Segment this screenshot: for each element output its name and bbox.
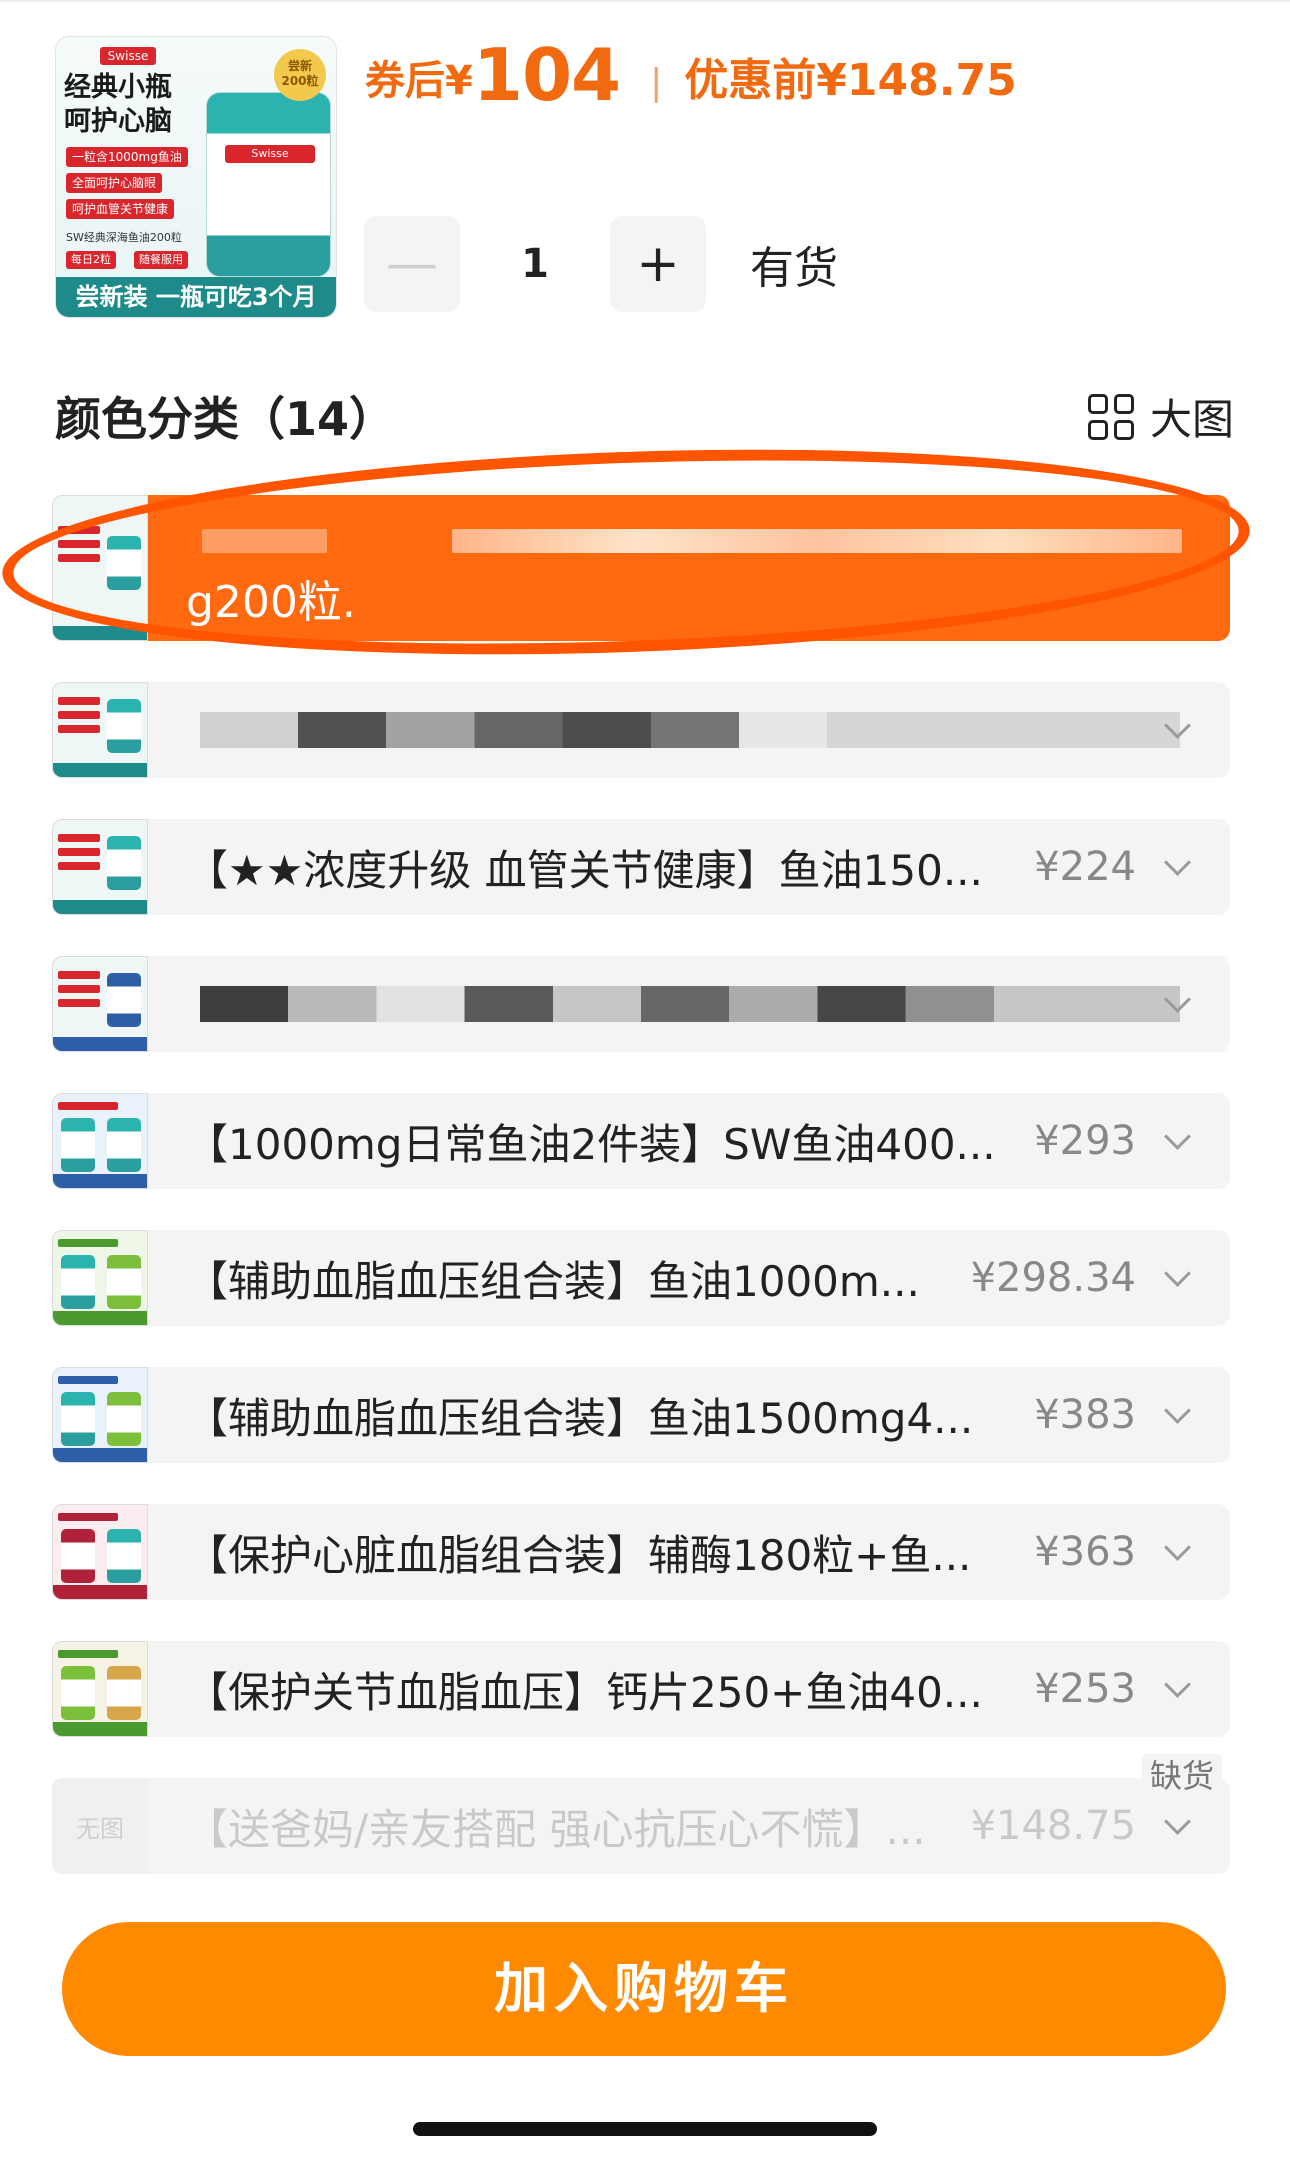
jar-label: Swisse [225,145,315,163]
large-image-toggle[interactable]: 大图 [1087,386,1234,447]
variant-option[interactable] [52,956,1230,1052]
redacted-text [452,529,1182,553]
brand-logo: Swisse [100,47,156,65]
variant-thumbnail [52,819,148,915]
variant-label: 【保护关节血脂血压】钙片250+鱼油40... [186,1667,983,1717]
home-indicator[interactable] [413,2122,877,2136]
quantity-value[interactable]: 1 [460,241,610,287]
variant-label: 【保护心脏血脂组合装】辅酶180粒+鱼... [186,1530,972,1580]
variant-price: ¥148.75 [970,1803,1136,1849]
variant-price: ¥224 [1034,844,1136,890]
variant-label: 【★★浓度升级 血管关节健康】鱼油150... [186,845,983,895]
variant-thumbnail [52,1093,148,1189]
variant-option[interactable] [52,682,1230,778]
currency-symbol: ¥ [445,58,473,104]
after-coupon-label: 券后 [365,58,445,104]
thumb-tag: 呵护血管关节健康 [66,199,175,219]
variant-thumbnail [52,956,148,1052]
thumb-banner: 尝新装 一瓶可吃3个月 [56,277,336,317]
variant-label: 【辅助血脂血压组合装】鱼油1000m... [186,1256,920,1306]
increase-quantity-button[interactable]: + [610,216,706,312]
variant-option-out-of-stock[interactable]: 缺货 无图 【送爸妈/亲友搭配 强心抗压心不慌】... ¥148.75 [52,1754,1230,1874]
redacted-text [200,712,1180,748]
variant-price: ¥253 [1034,1666,1136,1712]
chevron-down-icon[interactable] [1162,714,1194,746]
variant-label: 【辅助血脂血压组合装】鱼油1500mg4... [186,1393,974,1443]
chevron-down-icon[interactable] [1162,1399,1194,1431]
thumb-tag: 全面呵护心脑眼 [66,173,163,193]
large-image-label: 大图 [1149,395,1234,444]
variant-option[interactable]: 【1000mg日常鱼油2件装】SW鱼油400... ¥293 [52,1093,1230,1189]
stock-status: 有货 [750,243,838,294]
variant-thumbnail [52,1230,148,1326]
after-coupon-price: 104 [472,33,621,117]
section-title: 颜色分类（14） [55,392,396,446]
out-of-stock-badge: 缺货 [1141,1754,1222,1798]
thumb-tag: 一粒含1000mg鱼油 [66,147,188,167]
thumb-tag: 随餐服用 [134,251,188,269]
quantity-stepper: — 1 + 有货 [364,216,838,312]
grid-icon [1087,393,1134,440]
variant-option[interactable]: 【保护关节血脂血压】钙片250+鱼油40... ¥253 [52,1641,1230,1737]
chevron-down-icon[interactable] [1162,1673,1194,1705]
thumb-title: 经典小瓶 呵护心脑 [64,71,172,139]
variant-price: ¥293 [1034,1118,1136,1164]
variant-thumbnail [52,682,148,778]
chevron-down-icon[interactable] [1162,1810,1194,1842]
variant-label: 【1000mg日常鱼油2件装】SW鱼油400... [186,1119,996,1169]
thumb-caption: SW经典深海鱼油200粒 [66,231,182,244]
before-discount-price: ¥148.75 [816,55,1017,106]
variant-price: ¥363 [1034,1529,1136,1575]
decrease-quantity-button[interactable]: — [364,216,460,312]
product-header: Swisse 经典小瓶 呵护心脑 一粒含1000mg鱼油 全面呵护心脑眼 呵护血… [0,0,1290,330]
thumb-title-line2: 呵护心脑 [64,106,172,137]
variant-option[interactable]: 【★★浓度升级 血管关节健康】鱼油150... ¥224 [52,819,1230,915]
variant-price: ¥298.34 [970,1255,1136,1301]
chevron-down-icon[interactable] [1162,1262,1194,1294]
price-row: 券后 ¥ 104 | 优惠前 ¥148.75 [365,24,1017,114]
variant-list: g200粒. 【★★浓度升级 血管关节健康】鱼油150... ¥224 【100… [52,495,1230,1915]
variant-option[interactable]: 【辅助血脂血压组合装】鱼油1500mg4... ¥383 [52,1367,1230,1463]
variant-option[interactable]: 【辅助血脂血压组合装】鱼油1000m... ¥298.34 [52,1230,1230,1326]
seal-badge: 尝新 200粒 [274,49,326,101]
price-separator: | [650,62,663,103]
thumb-title-line1: 经典小瓶 [64,72,172,103]
product-thumbnail[interactable]: Swisse 经典小瓶 呵护心脑 一粒含1000mg鱼油 全面呵护心脑眼 呵护血… [55,36,337,318]
redacted-text [200,986,1180,1022]
chevron-down-icon[interactable] [1162,851,1194,883]
variant-price: ¥383 [1034,1392,1136,1438]
variant-label: 【送爸妈/亲友搭配 强心抗压心不慌】... [186,1804,926,1854]
add-to-cart-button[interactable]: 加入购物车 [62,1922,1226,2056]
thumb-tag: 每日2粒 [66,251,116,269]
variant-thumbnail [52,495,148,641]
no-image-placeholder: 无图 [52,1778,148,1874]
variant-thumbnail [52,1504,148,1600]
before-discount-label: 优惠前 [684,55,817,106]
chevron-down-icon[interactable] [1162,1125,1194,1157]
variant-thumbnail [52,1367,148,1463]
redacted-text [202,529,327,553]
chevron-down-icon[interactable] [1162,988,1194,1020]
variant-option-selected[interactable]: g200粒. [52,495,1230,641]
variant-label: g200粒. [186,577,356,628]
product-jar-image: Swisse [206,92,331,277]
variant-option[interactable]: 【保护心脏血脂组合装】辅酶180粒+鱼... ¥363 [52,1504,1230,1600]
variant-thumbnail [52,1641,148,1737]
chevron-down-icon[interactable] [1162,1536,1194,1568]
